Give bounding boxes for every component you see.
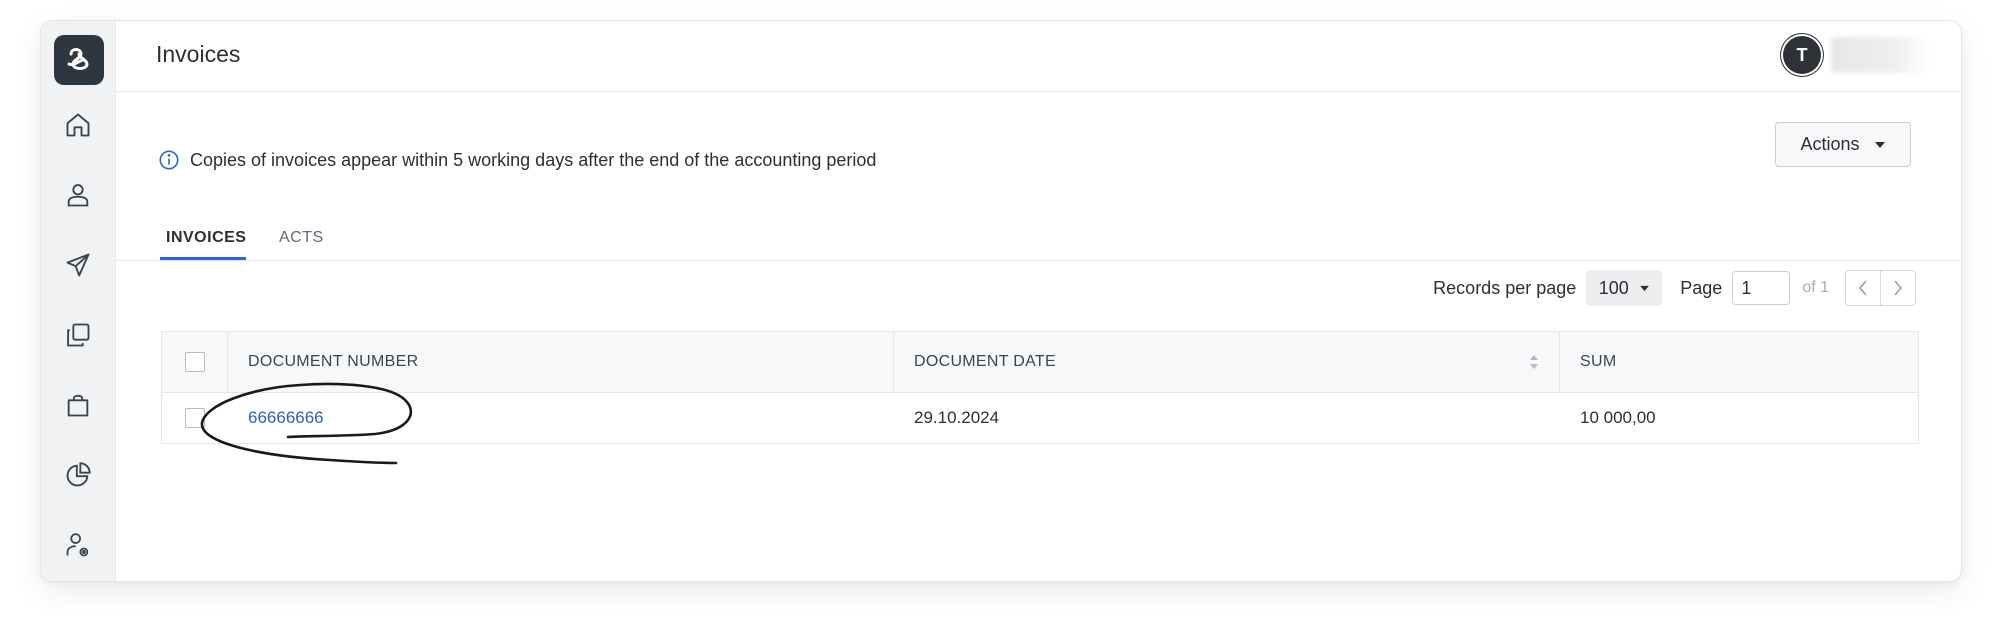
sidebar [41,21,116,581]
pagination: Records per page 100 Page of 1 [1433,269,1916,307]
pie-chart-icon [66,462,91,487]
info-icon [159,150,179,170]
sidebar-item-analytics[interactable] [58,455,98,495]
sidebar-item-profile[interactable] [58,175,98,215]
column-header-document-date-label: DOCUMENT DATE [914,353,1056,370]
document-number-link[interactable]: 66666666 [248,408,324,428]
tab-bar: INVOICES ACTS [116,206,1961,261]
info-notice-text: Copies of invoices appear within 5 worki… [190,149,877,170]
sort-icon[interactable] [1529,354,1539,370]
row-checkbox[interactable] [185,408,205,428]
avatar-initial: T [1796,44,1808,65]
sidebar-item-home[interactable] [58,105,98,145]
total-pages-label: of 1 [1802,279,1829,296]
user-icon [67,184,89,207]
row-select-cell [162,393,228,443]
chevron-right-icon [1894,280,1903,296]
info-notice: Copies of invoices appear within 5 worki… [158,149,876,171]
copy-icon [67,323,90,347]
chevron-left-icon [1858,280,1867,296]
table-row[interactable]: 66666666 29.10.2024 10 000,00 [162,393,1918,443]
caret-down-icon [1874,141,1885,148]
invoices-table: DOCUMENT NUMBER DOCUMENT DATE SUM 666666… [161,331,1919,444]
send-icon [66,253,90,277]
actions-button[interactable]: Actions [1775,122,1911,167]
records-per-page-select[interactable]: 100 [1586,270,1663,306]
sum-cell: 10 000,00 [1580,408,1656,427]
caret-down-icon [1639,285,1649,291]
shopping-bag-icon [67,394,89,417]
actions-button-label: Actions [1800,134,1860,154]
table-header: DOCUMENT NUMBER DOCUMENT DATE SUM [162,332,1918,393]
page-number-input[interactable] [1732,271,1791,305]
active-tab-indicator [160,257,246,260]
next-page-button[interactable] [1881,270,1916,306]
app-window: Invoices T Copies of invoices appear wit… [40,20,1962,582]
sidebar-item-shop[interactable] [58,385,98,425]
user-name-blurred[interactable] [1831,37,1931,73]
records-per-page-value: 100 [1598,277,1629,298]
header: Invoices T [116,21,1961,92]
user-settings-icon [66,533,89,557]
sidebar-item-user-settings[interactable] [58,525,98,565]
page-title: Invoices [156,41,241,67]
sidebar-item-documents[interactable] [58,315,98,355]
avatar[interactable]: T [1783,36,1821,74]
document-number-cell: 66666666 [228,393,894,443]
records-per-page-label: Records per page [1433,277,1577,298]
column-header-document-date[interactable]: DOCUMENT DATE [894,332,1560,392]
select-all-checkbox[interactable] [184,352,205,372]
tab-invoices[interactable]: INVOICES [166,229,246,247]
previous-page-button[interactable] [1845,270,1881,306]
home-icon [66,113,90,137]
page-label: Page [1680,277,1723,298]
select-all-cell [162,332,228,392]
document-date-cell: 29.10.2024 [914,408,1000,427]
column-header-sum[interactable]: SUM [1560,332,1918,392]
tab-acts[interactable]: ACTS [279,229,324,247]
sidebar-item-messages[interactable] [58,245,98,285]
column-header-document-number[interactable]: DOCUMENT NUMBER [228,332,894,392]
logo-icon[interactable] [54,35,104,85]
main-content: Invoices T Copies of invoices appear wit… [116,21,1961,581]
